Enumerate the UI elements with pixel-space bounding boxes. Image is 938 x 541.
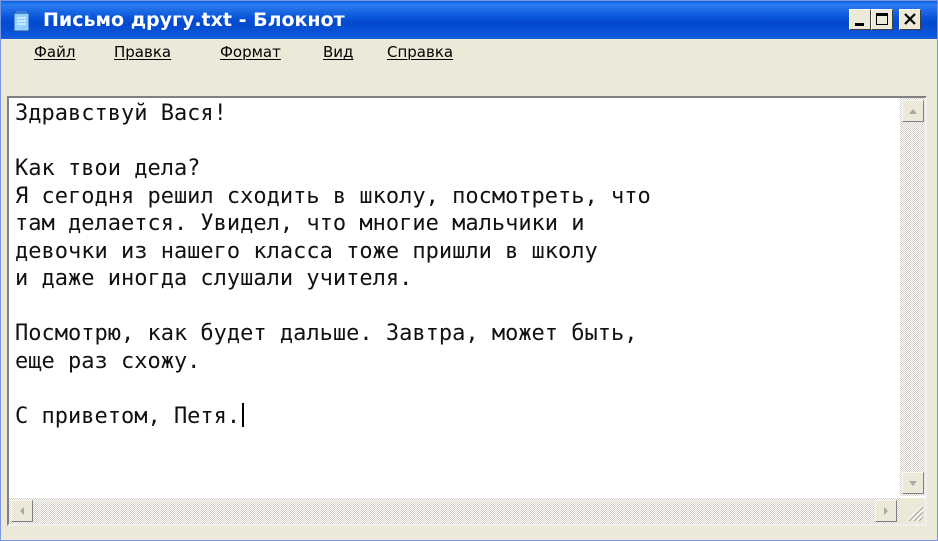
arrow-up-icon xyxy=(909,109,917,114)
text-line: Как твои дела? xyxy=(15,156,201,181)
arrow-down-icon xyxy=(909,481,917,486)
text-editor[interactable]: Здравствуй Вася! Как твои дела? Я сегодня… xyxy=(7,96,927,526)
minimize-icon xyxy=(855,23,864,26)
title-bar[interactable]: Письмо другу.txt - Блокнот xyxy=(1,1,937,39)
menu-help[interactable]: Справка xyxy=(387,43,453,61)
text-cursor xyxy=(242,402,245,427)
arrow-right-icon xyxy=(884,507,888,515)
notepad-window: Письмо другу.txt - Блокнот Файл Правка Ф… xyxy=(0,0,938,541)
horizontal-scrollbar[interactable] xyxy=(9,498,900,524)
maximize-button[interactable] xyxy=(871,9,893,30)
text-line: девочки из нашего класса тоже пришли в ш… xyxy=(15,238,598,264)
text-line: С приветом, Петя. xyxy=(15,403,241,429)
close-icon xyxy=(904,13,916,25)
text-line xyxy=(15,293,893,321)
text-line xyxy=(15,128,893,156)
menu-file[interactable]: Файл xyxy=(34,43,75,61)
window-title: Письмо другу.txt - Блокнот xyxy=(43,9,345,31)
vertical-scrollbar[interactable] xyxy=(900,98,925,496)
scroll-down-button[interactable] xyxy=(902,472,924,494)
minimize-button[interactable] xyxy=(849,9,871,30)
text-line: там делается. Увидел, что многие мальчик… xyxy=(15,211,585,236)
scroll-left-button[interactable] xyxy=(11,500,33,522)
text-line: Я сегодня решил сходить в школу, посмотр… xyxy=(15,183,651,209)
text-line: Посмотрю, как будет дальше. Завтра, може… xyxy=(15,321,638,346)
scroll-up-button[interactable] xyxy=(902,100,924,122)
notepad-icon[interactable] xyxy=(13,10,31,32)
menu-view[interactable]: Вид xyxy=(323,43,353,61)
menu-edit[interactable]: Правка xyxy=(114,43,171,61)
text-line xyxy=(15,375,893,403)
text-line: и даже иногда слушали учителя. xyxy=(15,266,413,291)
menu-bar: Файл Правка Формат Вид Справка xyxy=(1,39,937,65)
resize-grip-icon xyxy=(907,505,924,522)
text-line: Здравствуй Вася! xyxy=(15,101,227,126)
close-button[interactable] xyxy=(899,9,921,30)
arrow-left-icon xyxy=(20,507,24,515)
text-line: еще раз схожу. xyxy=(15,348,201,374)
menu-format[interactable]: Формат xyxy=(220,43,281,61)
resize-grip[interactable] xyxy=(900,498,925,524)
document-text[interactable]: Здравствуй Вася! Как твои дела? Я сегодня… xyxy=(15,100,893,496)
maximize-icon xyxy=(876,13,888,25)
last-line: С приветом, Петя. xyxy=(15,402,893,431)
scroll-right-button[interactable] xyxy=(875,500,897,522)
